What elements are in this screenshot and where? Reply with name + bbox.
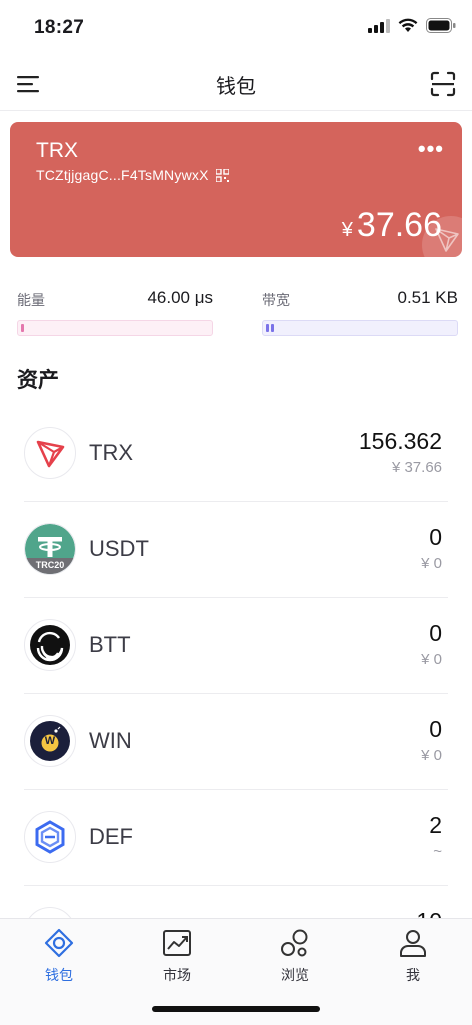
tab-label: 浏览 xyxy=(281,967,309,983)
home-indicator xyxy=(152,1006,320,1012)
asset-symbol: TRX xyxy=(89,440,133,465)
energy-progress-bar xyxy=(17,320,213,336)
tab-label: 钱包 xyxy=(45,967,73,983)
asset-fiat-value: ¥ 0 xyxy=(421,555,442,572)
asset-row-trx[interactable]: TRX 156.362 ¥ 37.66 xyxy=(24,405,448,502)
browse-bubbles-icon xyxy=(281,929,308,957)
energy-progress-fill xyxy=(21,324,24,332)
bandwidth-label: 带宽 xyxy=(262,292,290,308)
asset-row-win[interactable]: W WIN 0 ¥ 0 xyxy=(24,693,448,790)
asset-symbol: DEF xyxy=(89,824,133,849)
balance-currency: ¥ xyxy=(341,219,353,241)
market-chart-icon xyxy=(163,930,191,956)
asset-symbol: USDT xyxy=(89,536,149,561)
asset-amount: 2 xyxy=(429,812,442,838)
asset-fiat-value: ¥ 0 xyxy=(421,651,442,668)
asset-fiat-value: ¥ 0 xyxy=(421,747,442,764)
qr-code-icon[interactable] xyxy=(215,168,229,182)
asset-amount: 0 xyxy=(429,620,442,646)
wifi-icon xyxy=(398,18,418,32)
status-bar: 18:27 xyxy=(0,0,472,56)
wallet-address-row[interactable]: TCZtjjgagC...F4TsMNywxX xyxy=(36,167,229,183)
asset-fiat-value: ~ xyxy=(433,843,442,860)
energy-label: 能量 xyxy=(17,292,45,308)
bittorrent-icon xyxy=(24,619,76,671)
bandwidth-progress-fill xyxy=(266,324,274,332)
def-icon xyxy=(24,811,76,863)
tab-browse[interactable]: 浏览 xyxy=(255,927,335,997)
asset-amount: 156.362 xyxy=(358,428,442,454)
energy-progress-segment xyxy=(21,324,24,332)
wink-icon: W xyxy=(24,715,76,767)
tab-me[interactable]: 我 xyxy=(373,927,453,997)
tether-icon: TRC20 xyxy=(24,523,76,575)
page-title: 钱包 xyxy=(216,76,256,98)
tab-wallet[interactable]: 钱包 xyxy=(19,927,99,997)
status-time: 18:27 xyxy=(34,17,85,38)
wallet-card[interactable]: TRX TCZtjjgagC...F4TsMNywxX ••• ¥ 37.66 xyxy=(10,122,462,257)
profile-icon xyxy=(400,930,426,957)
asset-symbol: WIN xyxy=(89,728,132,753)
energy-value: 46.00 μs xyxy=(147,288,213,307)
win-badge-letter: W xyxy=(44,735,56,747)
bandwidth-progress-bar xyxy=(262,320,458,336)
tab-label: 市场 xyxy=(163,967,191,983)
bandwidth-progress-segment xyxy=(266,324,269,332)
cellular-signal-icon xyxy=(368,18,390,33)
assets-section-title: 资产 xyxy=(17,369,59,392)
asset-fiat-value: ¥ 37.66 xyxy=(391,459,442,476)
asset-amount: 0 xyxy=(429,524,442,550)
wallet-icon xyxy=(44,928,74,958)
trc20-badge: TRC20 xyxy=(35,560,65,570)
nav-bar: 钱包 xyxy=(0,58,472,111)
status-icons xyxy=(368,18,456,33)
asset-row-usdt[interactable]: TRC20 USDT 0 ¥ 0 xyxy=(24,501,448,598)
tab-market[interactable]: 市场 xyxy=(137,927,217,997)
tab-label: 我 xyxy=(406,967,420,983)
asset-row-def[interactable]: DEF 2 ~ xyxy=(24,789,448,886)
more-options-icon[interactable]: ••• xyxy=(418,136,444,162)
wallet-name: TRX xyxy=(36,139,78,162)
asset-symbol: BTT xyxy=(89,632,131,657)
asset-row-btt[interactable]: BTT 0 ¥ 0 xyxy=(24,597,448,694)
bandwidth-value: 0.51 KB xyxy=(397,288,459,307)
tron-icon xyxy=(24,427,76,479)
wallet-address: TCZtjjgagC...F4TsMNywxX xyxy=(36,167,209,183)
scan-icon[interactable] xyxy=(430,71,456,97)
bandwidth-progress-segment xyxy=(271,324,274,332)
battery-icon xyxy=(426,18,456,33)
asset-amount: 0 xyxy=(429,716,442,742)
